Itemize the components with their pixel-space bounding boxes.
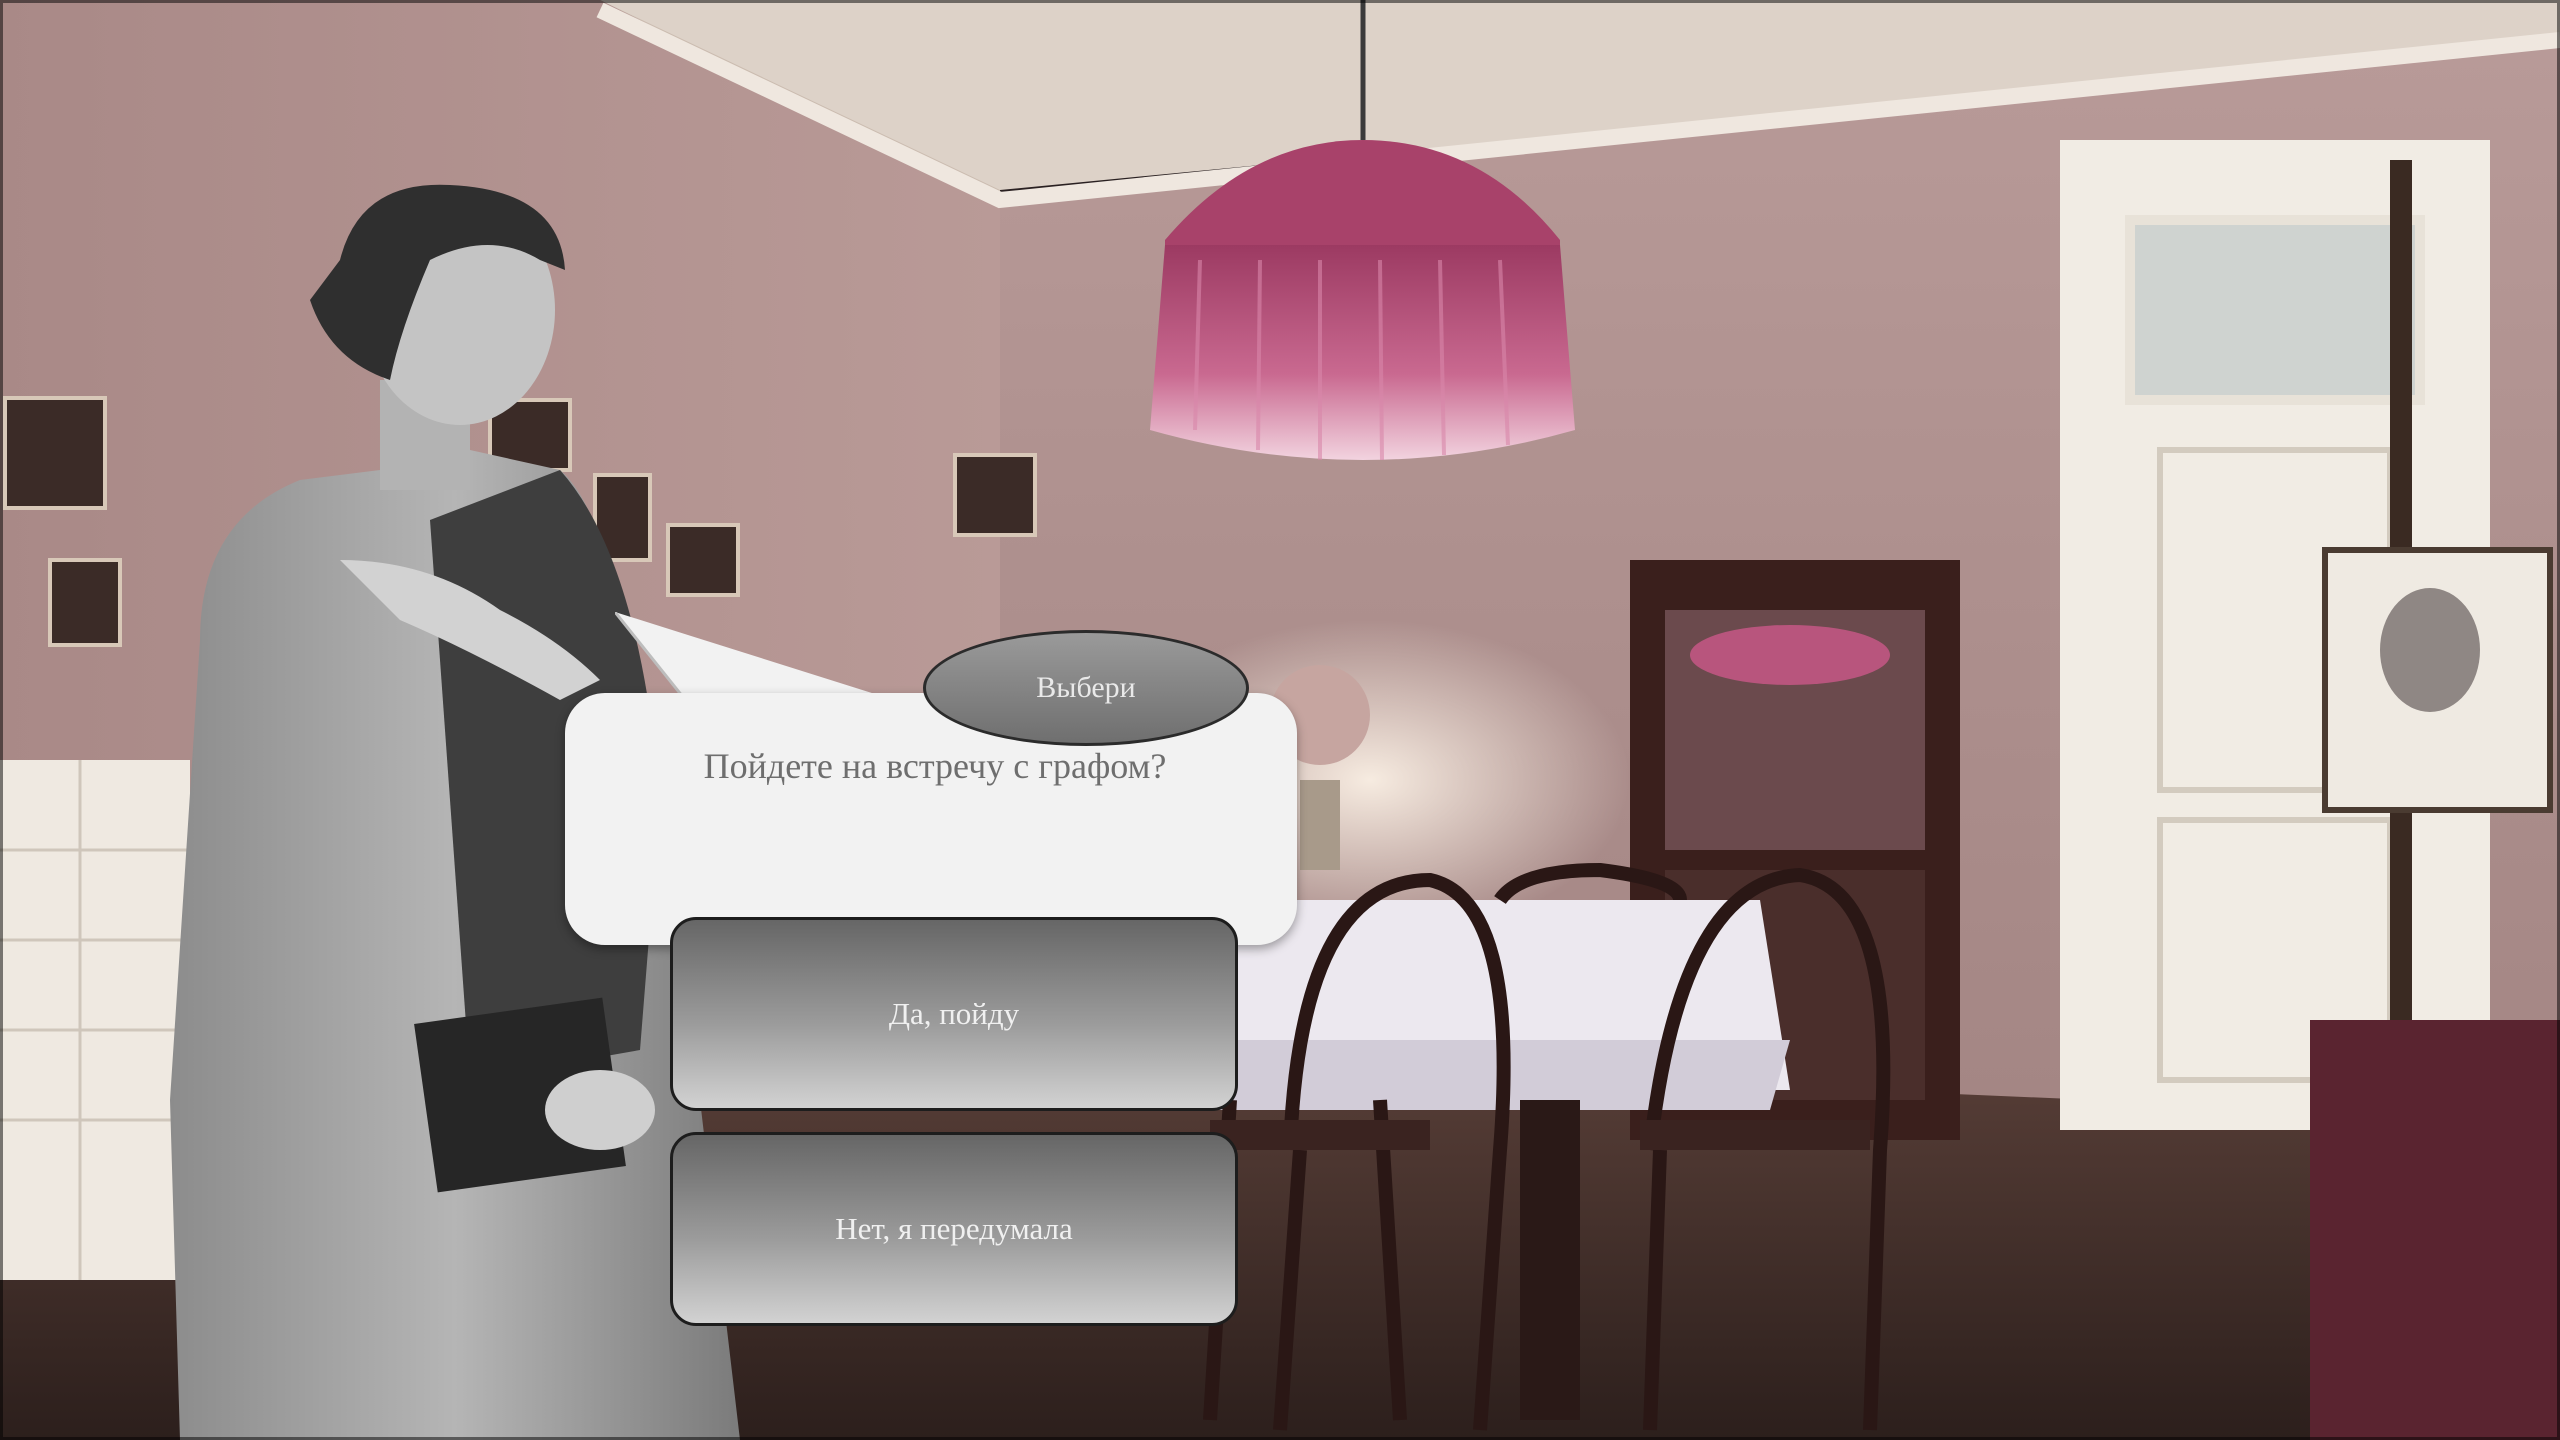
choice-no-button[interactable]: Нет, я передумала <box>670 1132 1238 1326</box>
dialog-title: Выбери <box>1036 671 1136 704</box>
choice-yes-label: Да, пойду <box>888 996 1020 1031</box>
choice-no-label: Нет, я передумала <box>835 1211 1073 1246</box>
dialog-question: Пойдете на встречу с графом? <box>703 746 1167 786</box>
dialog-title-badge: Выбери <box>923 630 1249 746</box>
choice-yes-button[interactable]: Да, пойду <box>670 917 1238 1111</box>
